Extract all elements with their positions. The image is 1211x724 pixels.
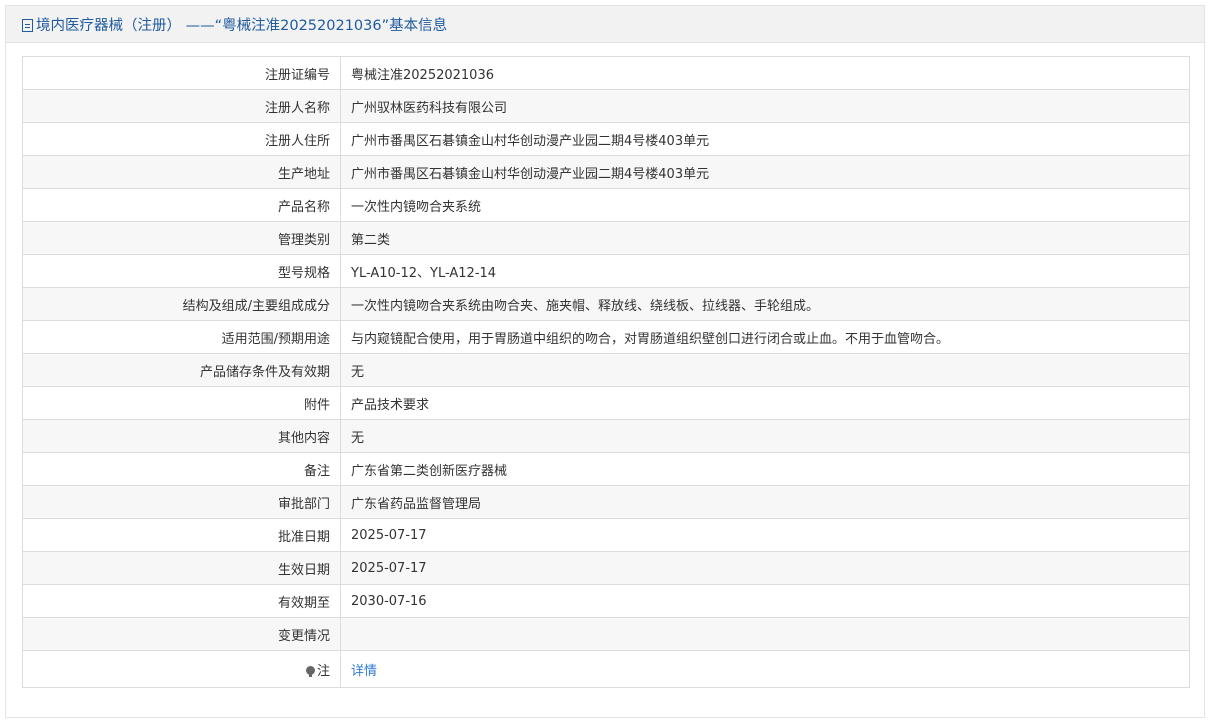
- row-value: 一次性内镜吻合夹系统由吻合夹、施夹帽、释放线、绕线板、拉线器、手轮组成。: [340, 287, 1190, 321]
- row-label: 型号规格: [22, 254, 341, 288]
- row-value: 第二类: [340, 221, 1190, 255]
- table-row: 生产地址 广州市番禺区石碁镇金山村华创动漫产业园二期4号楼403单元: [22, 155, 1190, 189]
- row-label: 注册证编号: [22, 56, 341, 90]
- row-label: 批准日期: [22, 518, 341, 552]
- row-label: 结构及组成/主要组成成分: [22, 287, 341, 321]
- table-row: 生效日期 2025-07-17: [22, 551, 1190, 585]
- row-label: 管理类别: [22, 221, 341, 255]
- row-value: 广东省第二类创新医疗器械: [340, 452, 1190, 486]
- row-value: 无: [340, 353, 1190, 387]
- row-label: 产品储存条件及有效期: [22, 353, 341, 387]
- row-label: 适用范围/预期用途: [22, 320, 341, 354]
- row-label: 生效日期: [22, 551, 341, 585]
- table-row: 管理类别 第二类: [22, 221, 1190, 255]
- panel-title: 境内医疗器械（注册） ——“粤械注准20252021036”基本信息: [36, 17, 448, 34]
- table-row: 其他内容 无: [22, 419, 1190, 453]
- info-table: 注册证编号 粤械注准20252021036 注册人名称 广州驭林医药科技有限公司…: [22, 56, 1190, 688]
- table-row: 注册人住所 广州市番禺区石碁镇金山村华创动漫产业园二期4号楼403单元: [22, 122, 1190, 156]
- row-label: 其他内容: [22, 419, 341, 453]
- row-label: 生产地址: [22, 155, 341, 189]
- info-panel: 境内医疗器械（注册） ——“粤械注准20252021036”基本信息 注册证编号…: [5, 5, 1205, 718]
- table-row: 有效期至 2030-07-16: [22, 584, 1190, 618]
- row-value: 广东省药品监督管理局: [340, 485, 1190, 519]
- table-row: 适用范围/预期用途 与内窥镜配合使用，用于胃肠道中组织的吻合，对胃肠道组织壁创口…: [22, 320, 1190, 354]
- note-label-cell: 注: [22, 650, 341, 688]
- lightbulb-icon: [305, 665, 315, 677]
- table-row: 变更情况: [22, 617, 1190, 651]
- table-row: 产品储存条件及有效期 无: [22, 353, 1190, 387]
- row-value: 无: [340, 419, 1190, 453]
- row-value: YL-A10-12、YL-A12-14: [340, 254, 1190, 288]
- row-value: 2030-07-16: [340, 584, 1190, 618]
- row-value: 广州市番禺区石碁镇金山村华创动漫产业园二期4号楼403单元: [340, 155, 1190, 189]
- document-icon: [22, 18, 33, 32]
- table-row: 注册证编号 粤械注准20252021036: [22, 56, 1190, 90]
- table-row: 型号规格 YL-A10-12、YL-A12-14: [22, 254, 1190, 288]
- table-row: 产品名称 一次性内镜吻合夹系统: [22, 188, 1190, 222]
- row-value: 粤械注准20252021036: [340, 56, 1190, 90]
- table-row: 批准日期 2025-07-17: [22, 518, 1190, 552]
- row-label: 附件: [22, 386, 341, 420]
- details-link[interactable]: 详情: [351, 664, 377, 679]
- table-row: 结构及组成/主要组成成分 一次性内镜吻合夹系统由吻合夹、施夹帽、释放线、绕线板、…: [22, 287, 1190, 321]
- panel-header: 境内医疗器械（注册） ——“粤械注准20252021036”基本信息: [6, 6, 1204, 43]
- note-label: 注: [316, 663, 330, 679]
- table-row: 注册人名称 广州驭林医药科技有限公司: [22, 89, 1190, 123]
- row-label: 注册人住所: [22, 122, 341, 156]
- row-value: 广州市番禺区石碁镇金山村华创动漫产业园二期4号楼403单元: [340, 122, 1190, 156]
- row-value: 一次性内镜吻合夹系统: [340, 188, 1190, 222]
- row-value: 2025-07-17: [340, 518, 1190, 552]
- table-row: 附件 产品技术要求: [22, 386, 1190, 420]
- row-value: 2025-07-17: [340, 551, 1190, 585]
- row-value: 广州驭林医药科技有限公司: [340, 89, 1190, 123]
- row-value: 与内窥镜配合使用，用于胃肠道中组织的吻合，对胃肠道组织壁创口进行闭合或止血。不用…: [340, 320, 1190, 354]
- table-row: 审批部门 广东省药品监督管理局: [22, 485, 1190, 519]
- table-row: 备注 广东省第二类创新医疗器械: [22, 452, 1190, 486]
- row-label: 注册人名称: [22, 89, 341, 123]
- row-value: [340, 617, 1190, 651]
- row-label: 有效期至: [22, 584, 341, 618]
- row-label: 产品名称: [22, 188, 341, 222]
- row-label: 审批部门: [22, 485, 341, 519]
- row-label: 备注: [22, 452, 341, 486]
- note-value-cell: 详情: [340, 650, 1190, 688]
- note-row: 注 详情: [22, 650, 1190, 688]
- row-label: 变更情况: [22, 617, 341, 651]
- row-value: 产品技术要求: [340, 386, 1190, 420]
